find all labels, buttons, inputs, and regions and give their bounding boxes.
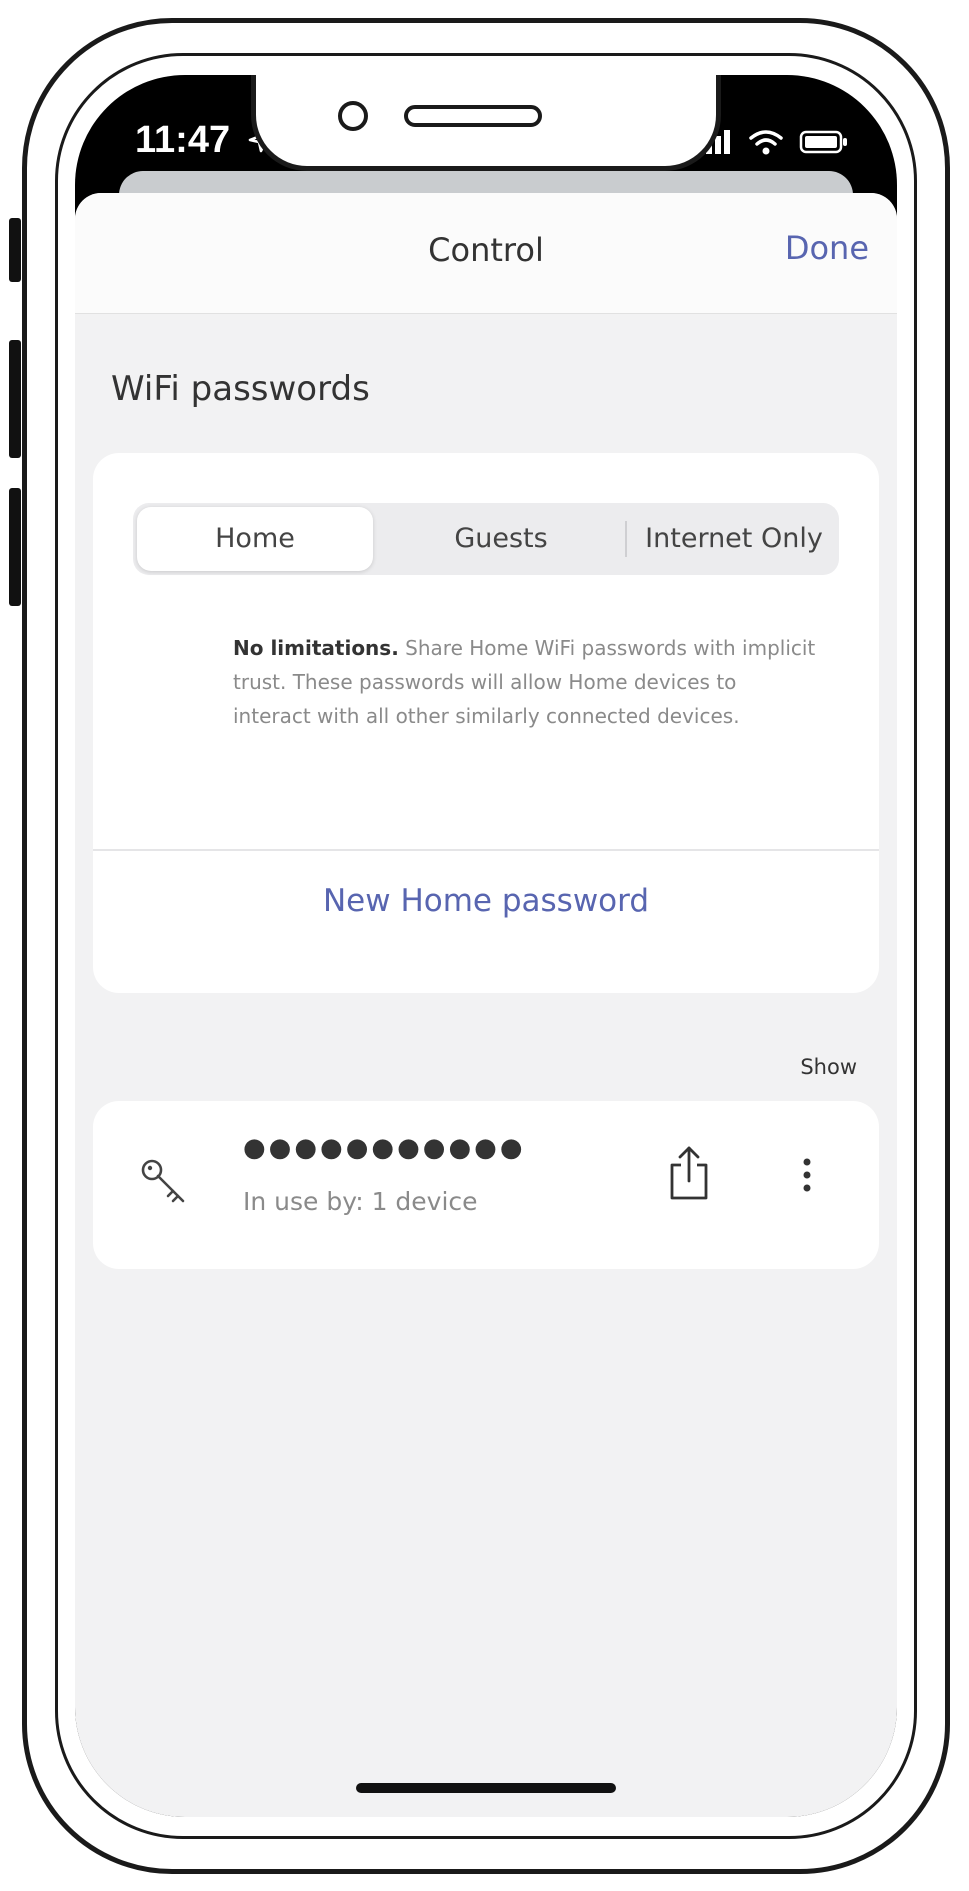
segment-internet-only[interactable]: Internet Only [629,503,839,575]
silent-switch [9,218,21,282]
wifi-icon [749,130,783,155]
password-list-item[interactable]: ●●●●●●●●●●● In use by: 1 device [93,1101,879,1269]
notch [251,75,721,171]
new-home-password-button[interactable]: New Home password [93,883,879,919]
card-divider [93,849,879,851]
control-sheet: Control Done WiFi passwords Home Guests … [75,193,897,1817]
wifi-password-card: Home Guests Internet Only No limitations… [93,453,879,993]
navigation-bar: Control Done [75,193,897,314]
home-indicator[interactable] [356,1783,616,1793]
page-title: Control [428,231,544,269]
key-icon [141,1159,185,1203]
segment-description: No limitations. Share Home WiFi password… [233,631,819,733]
front-camera [338,101,368,131]
masked-password: ●●●●●●●●●●● [243,1133,526,1163]
status-indicators [697,129,849,155]
password-type-segmented-control: Home Guests Internet Only [133,503,839,575]
share-icon[interactable] [669,1145,709,1201]
phone-screen: 11:47 Control Done WiFi passwords Home G… [75,75,897,1817]
volume-up-button [9,340,21,458]
earpiece-speaker [404,105,542,127]
section-title: WiFi passwords [111,369,370,409]
segment-home[interactable]: Home [137,507,373,571]
segment-guests[interactable]: Guests [377,503,625,575]
volume-down-button [9,488,21,606]
show-passwords-button[interactable]: Show [800,1055,857,1079]
segment-divider [625,521,627,557]
description-bold: No limitations. [233,636,399,660]
battery-icon [799,130,847,154]
done-button[interactable]: Done [785,229,869,267]
phone-frame: 11:47 Control Done WiFi passwords Home G… [22,18,950,1874]
more-vertical-icon[interactable] [801,1157,813,1193]
password-usage: In use by: 1 device [243,1187,478,1216]
